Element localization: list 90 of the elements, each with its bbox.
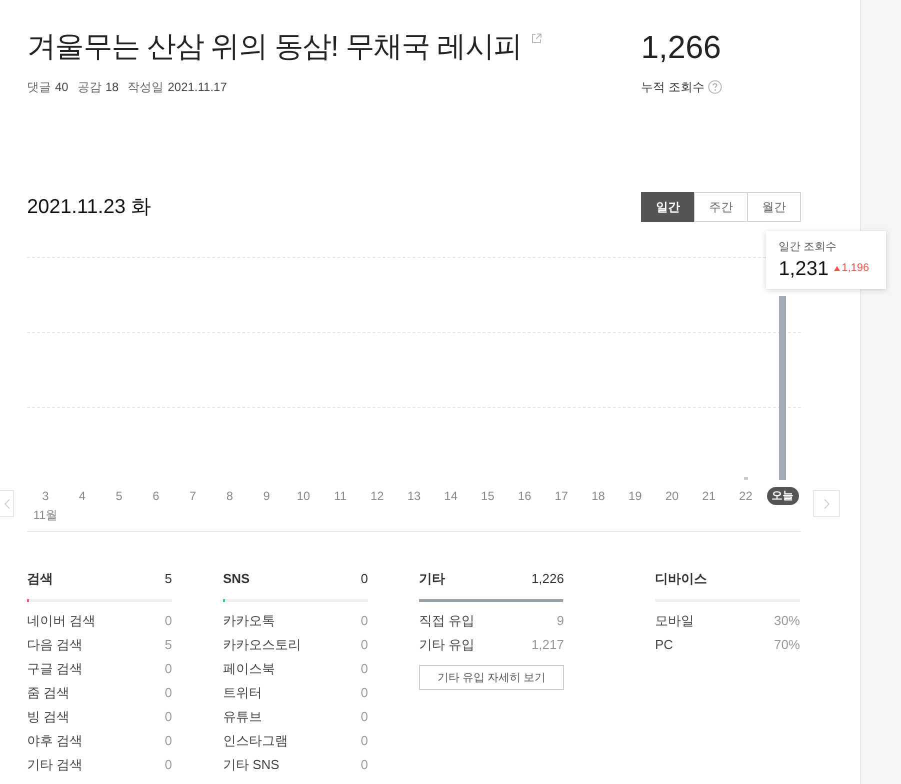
- axis-label[interactable]: 19: [628, 487, 642, 505]
- row-label: 모바일: [655, 612, 694, 630]
- row-label: PC: [655, 636, 674, 654]
- section-title: 검색: [27, 570, 53, 588]
- row-label: 빙 검색: [27, 708, 70, 726]
- row-value: 9: [556, 612, 564, 630]
- axis-label[interactable]: 3: [42, 487, 49, 505]
- row-value: 0: [360, 660, 368, 678]
- previous-button[interactable]: [0, 490, 14, 517]
- axis-label[interactable]: 9: [263, 487, 270, 505]
- month-label: 11월: [33, 507, 58, 524]
- axis-label[interactable]: 22: [739, 487, 752, 505]
- axis-label[interactable]: 오늘: [766, 487, 799, 505]
- row-value: 0: [360, 732, 368, 750]
- row-label: 다음 검색: [27, 636, 83, 654]
- row-label: 네이버 검색: [27, 612, 96, 630]
- chart-date: 2021.11.23 화: [27, 195, 152, 220]
- axis-label[interactable]: 8: [226, 487, 234, 505]
- section-total: 0: [360, 570, 368, 588]
- section-title: 기타: [419, 570, 445, 588]
- meta-value: 2021.11.17: [168, 79, 227, 95]
- row-label: 기타 SNS: [223, 756, 280, 774]
- section-title: 디바이스: [655, 570, 707, 588]
- post-title: 겨울무는 산삼 위의 동삼! 무채국 레시피: [27, 30, 522, 65]
- row-value: 0: [360, 684, 368, 702]
- row-value: 1,217: [531, 636, 564, 654]
- axis-label[interactable]: 15: [481, 487, 494, 505]
- details-button[interactable]: 기타 유입 자세히 보기: [419, 665, 564, 690]
- row-value: 0: [360, 708, 368, 726]
- axis-label[interactable]: 18: [592, 487, 605, 505]
- axis-label[interactable]: 17: [554, 487, 568, 505]
- tooltip-label: 일간 조회수: [778, 240, 838, 254]
- axis-label[interactable]: 7: [190, 487, 196, 505]
- period-tab[interactable]: 월간: [747, 192, 801, 222]
- help-icon[interactable]: [708, 80, 722, 94]
- row-label: 카카오톡: [223, 612, 275, 630]
- row-label: 인스타그램: [223, 732, 288, 750]
- meta-label: 공감: [77, 79, 102, 95]
- row-value: 0: [164, 684, 172, 702]
- row-label: 야후 검색: [27, 732, 83, 750]
- row-value: 5: [164, 636, 172, 654]
- tooltip-value: 1,231: [778, 257, 829, 281]
- next-button[interactable]: [813, 490, 840, 517]
- row-value: 0: [360, 756, 368, 774]
- meta-label: 댓글: [27, 79, 51, 95]
- period-tab[interactable]: 일간: [641, 192, 695, 222]
- chart-bar: [744, 477, 748, 480]
- row-label: 기타 검색: [27, 756, 83, 774]
- axis-label[interactable]: 12: [370, 487, 384, 505]
- axis-label[interactable]: 11: [334, 487, 346, 505]
- row-value: 0: [164, 660, 172, 678]
- chevron-left-icon: [4, 498, 10, 508]
- row-value: 0: [360, 636, 368, 654]
- row-value: 0: [164, 612, 172, 630]
- meta-label: 작성일: [128, 79, 164, 95]
- meta-value: 40: [55, 79, 68, 95]
- row-label: 줌 검색: [27, 684, 70, 702]
- row-value: 0: [164, 732, 172, 750]
- meta-value: 18: [105, 79, 119, 95]
- row-value: 70%: [774, 636, 800, 654]
- axis-label[interactable]: 5: [116, 487, 122, 505]
- view-count-label: 누적 조회수: [641, 79, 704, 95]
- external-link-icon[interactable]: [530, 33, 542, 44]
- section-total: 1,226: [531, 570, 564, 588]
- row-value: 0: [164, 756, 172, 774]
- row-label: 페이스북: [223, 660, 275, 678]
- axis-label[interactable]: 13: [407, 487, 421, 505]
- row-label: 직접 유입: [419, 612, 475, 630]
- row-value: 0: [164, 708, 172, 726]
- row-label: 구글 검색: [27, 660, 83, 678]
- period-tab[interactable]: 주간: [694, 192, 748, 222]
- chevron-right-icon: [824, 498, 830, 508]
- row-label: 기타 유입: [419, 636, 475, 654]
- row-value: 30%: [774, 612, 800, 630]
- section-total: 5: [164, 570, 172, 588]
- row-label: 카카오스토리: [223, 636, 301, 654]
- axis-label[interactable]: 4: [78, 487, 86, 505]
- axis-label[interactable]: 14: [444, 487, 458, 505]
- axis-label[interactable]: 20: [665, 487, 679, 505]
- view-count: 1,266: [641, 28, 722, 67]
- section-title: SNS: [223, 570, 250, 588]
- axis-label[interactable]: 16: [518, 487, 532, 505]
- axis-label[interactable]: 6: [152, 487, 160, 505]
- row-value: 0: [360, 612, 368, 630]
- axis-label[interactable]: 21: [702, 487, 716, 505]
- row-label: 유튜브: [223, 708, 262, 726]
- up-triangle-icon: [834, 266, 840, 270]
- tooltip-change: 1,196: [842, 261, 870, 275]
- row-label: 트위터: [223, 684, 262, 702]
- axis-label[interactable]: 10: [296, 487, 310, 505]
